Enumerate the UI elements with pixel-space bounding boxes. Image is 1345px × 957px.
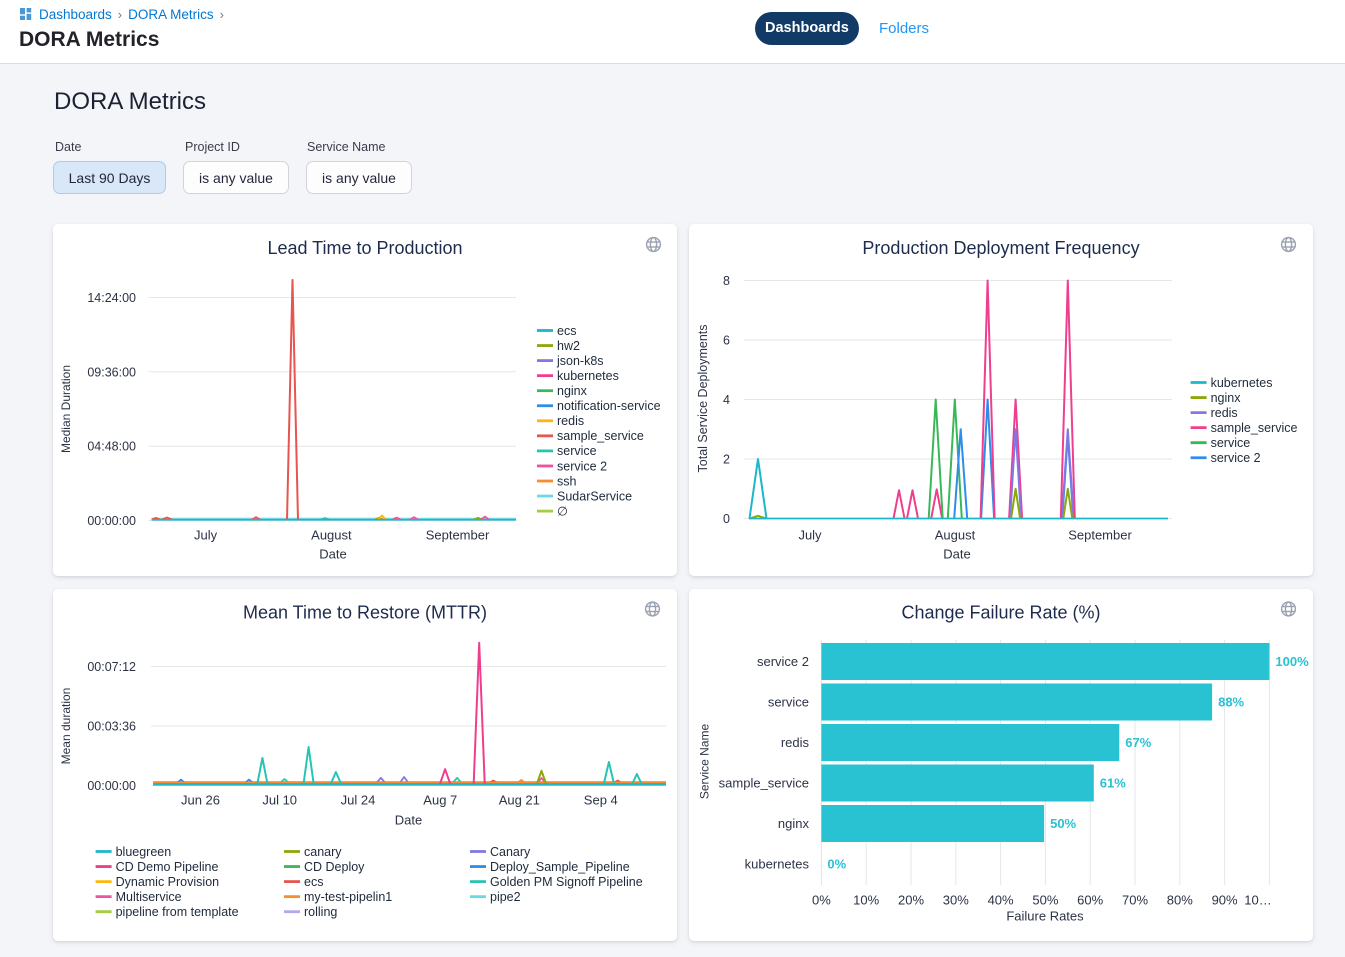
svg-text:Mean duration: Mean duration <box>59 688 73 765</box>
svg-text:service: service <box>1211 436 1251 450</box>
svg-text:∅: ∅ <box>557 504 568 518</box>
svg-text:00:07:12: 00:07:12 <box>87 660 136 674</box>
svg-text:service: service <box>768 695 809 710</box>
svg-text:hw2: hw2 <box>557 339 580 353</box>
svg-text:0: 0 <box>723 512 730 526</box>
svg-text:sample_service: sample_service <box>719 776 809 791</box>
svg-text:notification-service: notification-service <box>557 399 661 413</box>
svg-text:Date: Date <box>395 813 422 828</box>
svg-text:30%: 30% <box>943 893 969 908</box>
svg-text:service 2: service 2 <box>557 459 607 473</box>
svg-text:August: August <box>935 528 976 543</box>
svg-text:10%: 10% <box>853 893 879 908</box>
svg-text:canary: canary <box>304 845 342 859</box>
svg-text:40%: 40% <box>988 893 1014 908</box>
svg-text:90%: 90% <box>1212 893 1238 908</box>
svg-text:Sep 4: Sep 4 <box>584 793 618 808</box>
svg-text:14:24:00: 14:24:00 <box>87 291 136 305</box>
svg-text:67%: 67% <box>1125 735 1151 750</box>
svg-text:sample_service: sample_service <box>1211 421 1298 435</box>
svg-text:nginx: nginx <box>1211 391 1242 405</box>
svg-text:88%: 88% <box>1218 695 1244 710</box>
svg-text:Failure Rates: Failure Rates <box>1006 909 1084 924</box>
svg-text:ecs: ecs <box>557 324 576 338</box>
svg-text:6: 6 <box>723 334 730 348</box>
svg-text:Multiservice: Multiservice <box>116 890 182 904</box>
svg-text:Dynamic Provision: Dynamic Provision <box>116 875 220 889</box>
svg-text:50%: 50% <box>1032 893 1058 908</box>
svg-text:ecs: ecs <box>304 875 323 889</box>
svg-text:Aug 21: Aug 21 <box>499 793 540 808</box>
svg-text:rolling: rolling <box>304 905 337 919</box>
svg-text:Service Name: Service Name <box>697 723 711 799</box>
svg-text:September: September <box>426 528 490 543</box>
svg-text:61%: 61% <box>1100 776 1126 791</box>
svg-text:service 2: service 2 <box>757 654 809 669</box>
svg-text:04:48:00: 04:48:00 <box>87 440 136 454</box>
svg-text:2: 2 <box>723 453 730 467</box>
svg-text:kubernetes: kubernetes <box>557 369 619 383</box>
svg-text:70%: 70% <box>1122 893 1148 908</box>
svg-text:0%: 0% <box>827 857 846 872</box>
svg-text:service 2: service 2 <box>1211 451 1261 465</box>
svg-text:service: service <box>557 444 597 458</box>
svg-text:Jun 26: Jun 26 <box>181 793 220 808</box>
svg-text:kubernetes: kubernetes <box>745 857 810 872</box>
svg-text:Jul 24: Jul 24 <box>341 793 376 808</box>
svg-text:kubernetes: kubernetes <box>1211 376 1273 390</box>
svg-text:80%: 80% <box>1167 893 1193 908</box>
svg-text:Date: Date <box>943 547 970 562</box>
svg-text:Aug 7: Aug 7 <box>423 793 457 808</box>
svg-text:4: 4 <box>723 393 730 407</box>
svg-text:bluegreen: bluegreen <box>116 845 172 859</box>
svg-text:July: July <box>798 528 822 543</box>
svg-text:0%: 0% <box>812 893 831 908</box>
svg-text:sample_service: sample_service <box>557 429 644 443</box>
svg-text:Mean Time to Restore (MTTR): Mean Time to Restore (MTTR) <box>243 603 487 623</box>
svg-text:50%: 50% <box>1050 816 1076 831</box>
svg-text:8: 8 <box>723 274 730 288</box>
svg-text:Production Deployment Frequenc: Production Deployment Frequency <box>862 238 1139 258</box>
svg-text:pipe2: pipe2 <box>490 890 521 904</box>
svg-text:my-test-pipelin1: my-test-pipelin1 <box>304 890 392 904</box>
svg-text:10…: 10… <box>1244 893 1271 908</box>
svg-text:Canary: Canary <box>490 845 531 859</box>
svg-text:Total Service Deployments: Total Service Deployments <box>696 325 710 473</box>
svg-text:60%: 60% <box>1077 893 1103 908</box>
svg-text:nginx: nginx <box>557 384 588 398</box>
svg-text:redis: redis <box>1211 406 1238 420</box>
svg-text:00:00:00: 00:00:00 <box>87 779 136 793</box>
svg-text:Change Failure Rate (%): Change Failure Rate (%) <box>901 603 1100 623</box>
svg-text:July: July <box>194 528 218 543</box>
svg-text:Golden PM Signoff Pipeline: Golden PM Signoff Pipeline <box>490 875 643 889</box>
svg-text:August: August <box>311 528 352 543</box>
svg-text:00:03:36: 00:03:36 <box>87 720 136 734</box>
svg-text:CD Deploy: CD Deploy <box>304 860 365 874</box>
svg-text:00:00:00: 00:00:00 <box>87 514 136 528</box>
svg-text:nginx: nginx <box>778 816 810 831</box>
svg-text:20%: 20% <box>898 893 924 908</box>
svg-text:09:36:00: 09:36:00 <box>87 365 136 379</box>
svg-text:Deploy_Sample_Pipeline: Deploy_Sample_Pipeline <box>490 860 630 874</box>
svg-text:CD Demo Pipeline: CD Demo Pipeline <box>116 860 219 874</box>
svg-text:json-k8s: json-k8s <box>556 354 604 368</box>
svg-text:Jul 10: Jul 10 <box>262 793 297 808</box>
svg-text:ssh: ssh <box>557 474 577 488</box>
svg-text:September: September <box>1068 528 1132 543</box>
svg-text:Lead Time to Production: Lead Time to Production <box>267 238 462 258</box>
svg-text:pipeline from template: pipeline from template <box>116 905 239 919</box>
svg-text:100%: 100% <box>1275 654 1309 669</box>
svg-text:Median Duration: Median Duration <box>59 365 73 453</box>
svg-text:redis: redis <box>557 414 584 428</box>
svg-text:SudarService: SudarService <box>557 489 632 503</box>
svg-text:redis: redis <box>781 735 810 750</box>
svg-text:Date: Date <box>319 547 346 562</box>
